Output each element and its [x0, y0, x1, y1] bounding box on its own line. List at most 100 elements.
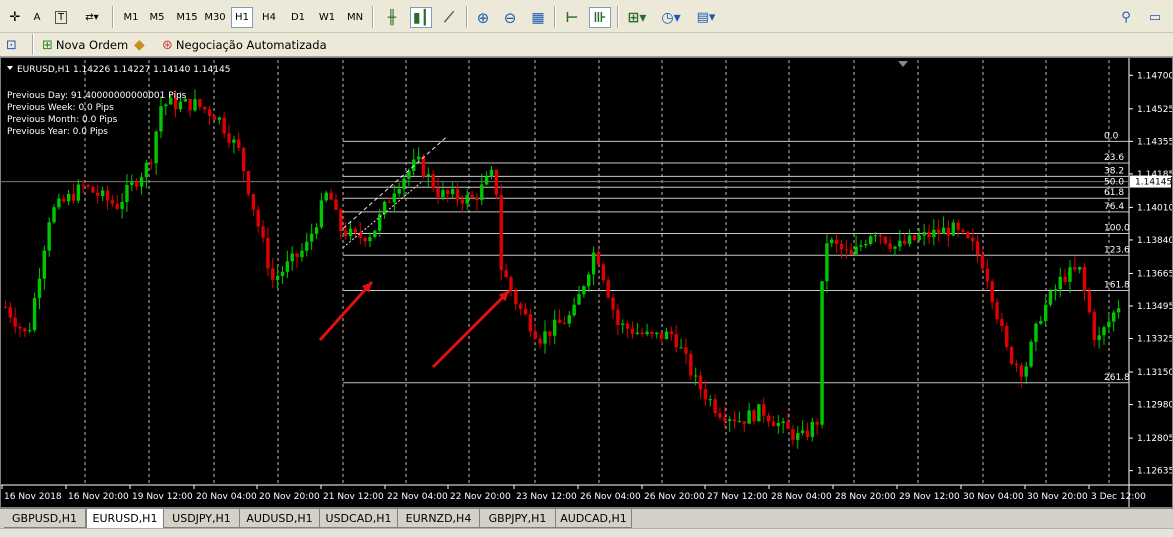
chart-tab[interactable]: EURNZD,H4: [398, 509, 480, 528]
candle-body: [329, 192, 333, 200]
candle-body: [883, 236, 887, 244]
text-tool-icon[interactable]: T: [52, 7, 70, 28]
timeframe-h1[interactable]: H1: [231, 7, 253, 28]
indicators-icon[interactable]: ⊞▾: [624, 7, 650, 28]
candle-body: [494, 169, 499, 196]
candle-body: [314, 227, 319, 234]
search-icon[interactable]: ⚲: [1117, 7, 1135, 28]
periods-clock-icon[interactable]: ◷▾: [657, 7, 685, 28]
timeframe-h4[interactable]: H4: [258, 7, 280, 28]
candle-body: [742, 421, 746, 424]
chart-tab[interactable]: AUDUSD,H1: [240, 509, 320, 528]
candle-body: [353, 228, 358, 233]
chart-tab[interactable]: USDCAD,H1: [320, 509, 398, 528]
auto-trading-label: Negociação Automatizada: [175, 38, 327, 52]
candle-body: [319, 200, 324, 228]
candle-body: [932, 229, 936, 238]
candle-body: [125, 184, 129, 202]
timeframe-m30[interactable]: M30: [203, 7, 227, 28]
candle-body: [343, 231, 348, 237]
candle-body: [805, 430, 810, 437]
candle-body: [1068, 267, 1072, 282]
candle-body: [771, 421, 776, 427]
candle-body: [718, 413, 722, 418]
candle-body: [625, 323, 630, 329]
chart-tab[interactable]: GBPJPY,H1: [480, 509, 556, 528]
chart-tab[interactable]: EURUSD,H1: [86, 509, 164, 529]
timeframe-m5[interactable]: M5: [146, 7, 168, 28]
candle-body: [727, 419, 732, 421]
candle-body: [1097, 335, 1101, 340]
candle-body: [446, 190, 450, 195]
candle-body: [518, 304, 523, 309]
candle-body: [348, 228, 353, 237]
candle-body: [305, 241, 309, 251]
candlestick-chart-icon[interactable]: ▮┃: [410, 7, 432, 28]
auto-trading-button[interactable]: ⊛ Negociação Automatizada: [162, 35, 327, 55]
candle-body: [465, 195, 469, 204]
candle-body: [489, 169, 494, 177]
candle-body: [698, 375, 703, 390]
candle-body: [397, 188, 401, 194]
new-order-button[interactable]: ⊞ Nova Ordem: [42, 35, 128, 55]
candle-body: [951, 222, 956, 236]
expert-icon[interactable]: ◆: [134, 35, 145, 55]
candle-body: [47, 222, 51, 251]
candle-body: [309, 233, 314, 242]
candle-body: [363, 237, 367, 242]
candle-body: [1029, 341, 1033, 367]
timeframe-w1[interactable]: W1: [316, 7, 338, 28]
info-line: Previous Week: 0.0 Pips: [7, 103, 114, 113]
fibo-level-label: 100.0: [1104, 223, 1130, 233]
candle-body: [373, 230, 377, 238]
arrows-menu-icon[interactable]: ⇄▾: [80, 7, 104, 28]
timeframe-m1[interactable]: M1: [120, 7, 142, 28]
candle-body: [475, 197, 479, 201]
autoscroll-icon[interactable]: ⊢: [561, 7, 583, 28]
candle-body: [1048, 291, 1053, 305]
chart-tab[interactable]: USDJPY,H1: [164, 509, 240, 528]
candle-body: [339, 209, 343, 232]
timeframe-m15[interactable]: M15: [174, 7, 200, 28]
candle-body: [237, 139, 241, 148]
candle-body: [621, 323, 625, 325]
candle-body: [203, 106, 207, 110]
tile-windows-icon[interactable]: ▦: [527, 7, 549, 28]
chart-tab[interactable]: AUDCAD,H1: [556, 509, 632, 528]
horizontal-scrollbar[interactable]: [0, 528, 1173, 537]
candle-body: [105, 190, 110, 201]
chart-shift-icon[interactable]: ⊪: [589, 7, 611, 28]
candle-body: [275, 275, 280, 280]
candle-body: [708, 399, 712, 401]
symbol-menu-icon[interactable]: [7, 66, 13, 70]
time-label: 21 Nov 12:00: [323, 492, 384, 502]
chat-icon[interactable]: ▭: [1145, 7, 1165, 28]
candle-body: [567, 315, 571, 324]
candle-body: [139, 177, 144, 187]
price-chart[interactable]: 1.147001.145251.143551.141851.140101.138…: [1, 58, 1172, 507]
candle-body: [499, 195, 503, 271]
cursor-icon[interactable]: A: [28, 7, 46, 28]
time-label: 20 Nov 20:00: [259, 492, 320, 502]
crosshair-icon[interactable]: ✛: [6, 7, 24, 28]
fibo-level-label: 76.4: [1104, 202, 1124, 212]
candle-body: [616, 309, 620, 325]
price-label: 1.12805: [1137, 434, 1172, 444]
candle-body: [849, 249, 853, 255]
candle-body: [1019, 365, 1024, 377]
templates-icon[interactable]: ▤▾: [692, 7, 720, 28]
timeframe-mn[interactable]: MN: [343, 7, 367, 28]
line-chart-icon[interactable]: ⟋: [438, 7, 460, 28]
candle-body: [553, 319, 557, 336]
candle-body: [23, 328, 27, 332]
timeframe-d1[interactable]: D1: [287, 7, 309, 28]
chart-tab[interactable]: GBPUSD,H1: [4, 509, 86, 528]
zoom-out-icon[interactable]: ⊖: [499, 7, 521, 28]
candle-body: [8, 307, 12, 318]
candle-body: [815, 421, 819, 425]
bar-chart-icon[interactable]: ╫: [381, 7, 403, 28]
chart-window[interactable]: 1.14700 1.14525 1.14355 1.14185 1.14010 1.138…: [0, 57, 1173, 508]
zoom-in-icon[interactable]: ⊕: [472, 7, 494, 28]
candle-body: [922, 231, 926, 236]
magnifier-icon[interactable]: ⊡: [6, 35, 17, 55]
